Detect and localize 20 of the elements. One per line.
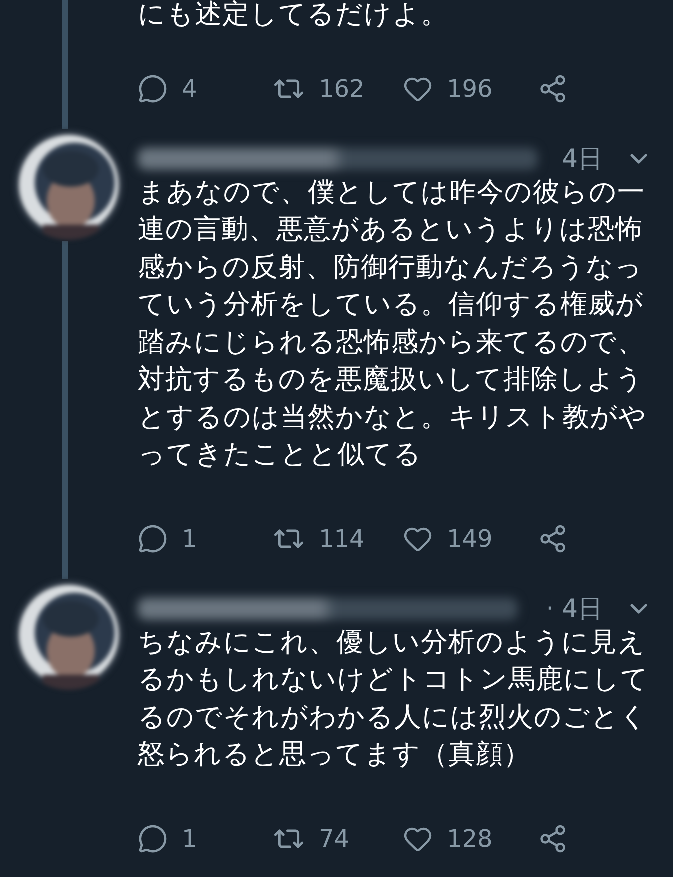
tweet-time[interactable]: 4日 (562, 142, 603, 175)
reply-count: 1 (182, 824, 198, 852)
tweet-time[interactable]: · 4日 (546, 592, 603, 625)
like-count: 196 (447, 74, 493, 102)
like-count: 149 (447, 524, 493, 552)
retweet-count: 74 (319, 824, 350, 852)
tweet-text: ちなみにこれ、優しい分析のように見えるかもしれないけどトコトン馬鹿にしてるのでそれがわかる人には烈火のごとく怒られると思ってます（真顔） (138, 626, 650, 772)
share-icon[interactable] (538, 824, 568, 854)
share-icon[interactable] (538, 524, 568, 554)
tweet-text: にも述定してるだけよ。 (138, 0, 450, 32)
reply-icon[interactable] (138, 824, 168, 854)
like-count: 128 (447, 824, 493, 852)
share-icon[interactable] (538, 74, 568, 104)
reply-count: 1 (182, 524, 198, 552)
retweet-count: 114 (319, 524, 365, 552)
retweet-count: 162 (319, 74, 365, 102)
reply-icon[interactable] (138, 74, 168, 104)
reply-icon[interactable] (138, 524, 168, 554)
reply-count: 4 (182, 74, 198, 102)
tweet-text: まあなので、僕としては昨今の彼らの一連の言動、悪意があるというよりは恐怖感からの反射、防御行動なんだろうなっていう分析をしている。信仰する権威が踏みにじられる恐怖感から来てるので、対抗するものを悪魔扱いして排除しようとするのは当然かなと。キリスト教がやってきたことと似てる (138, 176, 648, 472)
